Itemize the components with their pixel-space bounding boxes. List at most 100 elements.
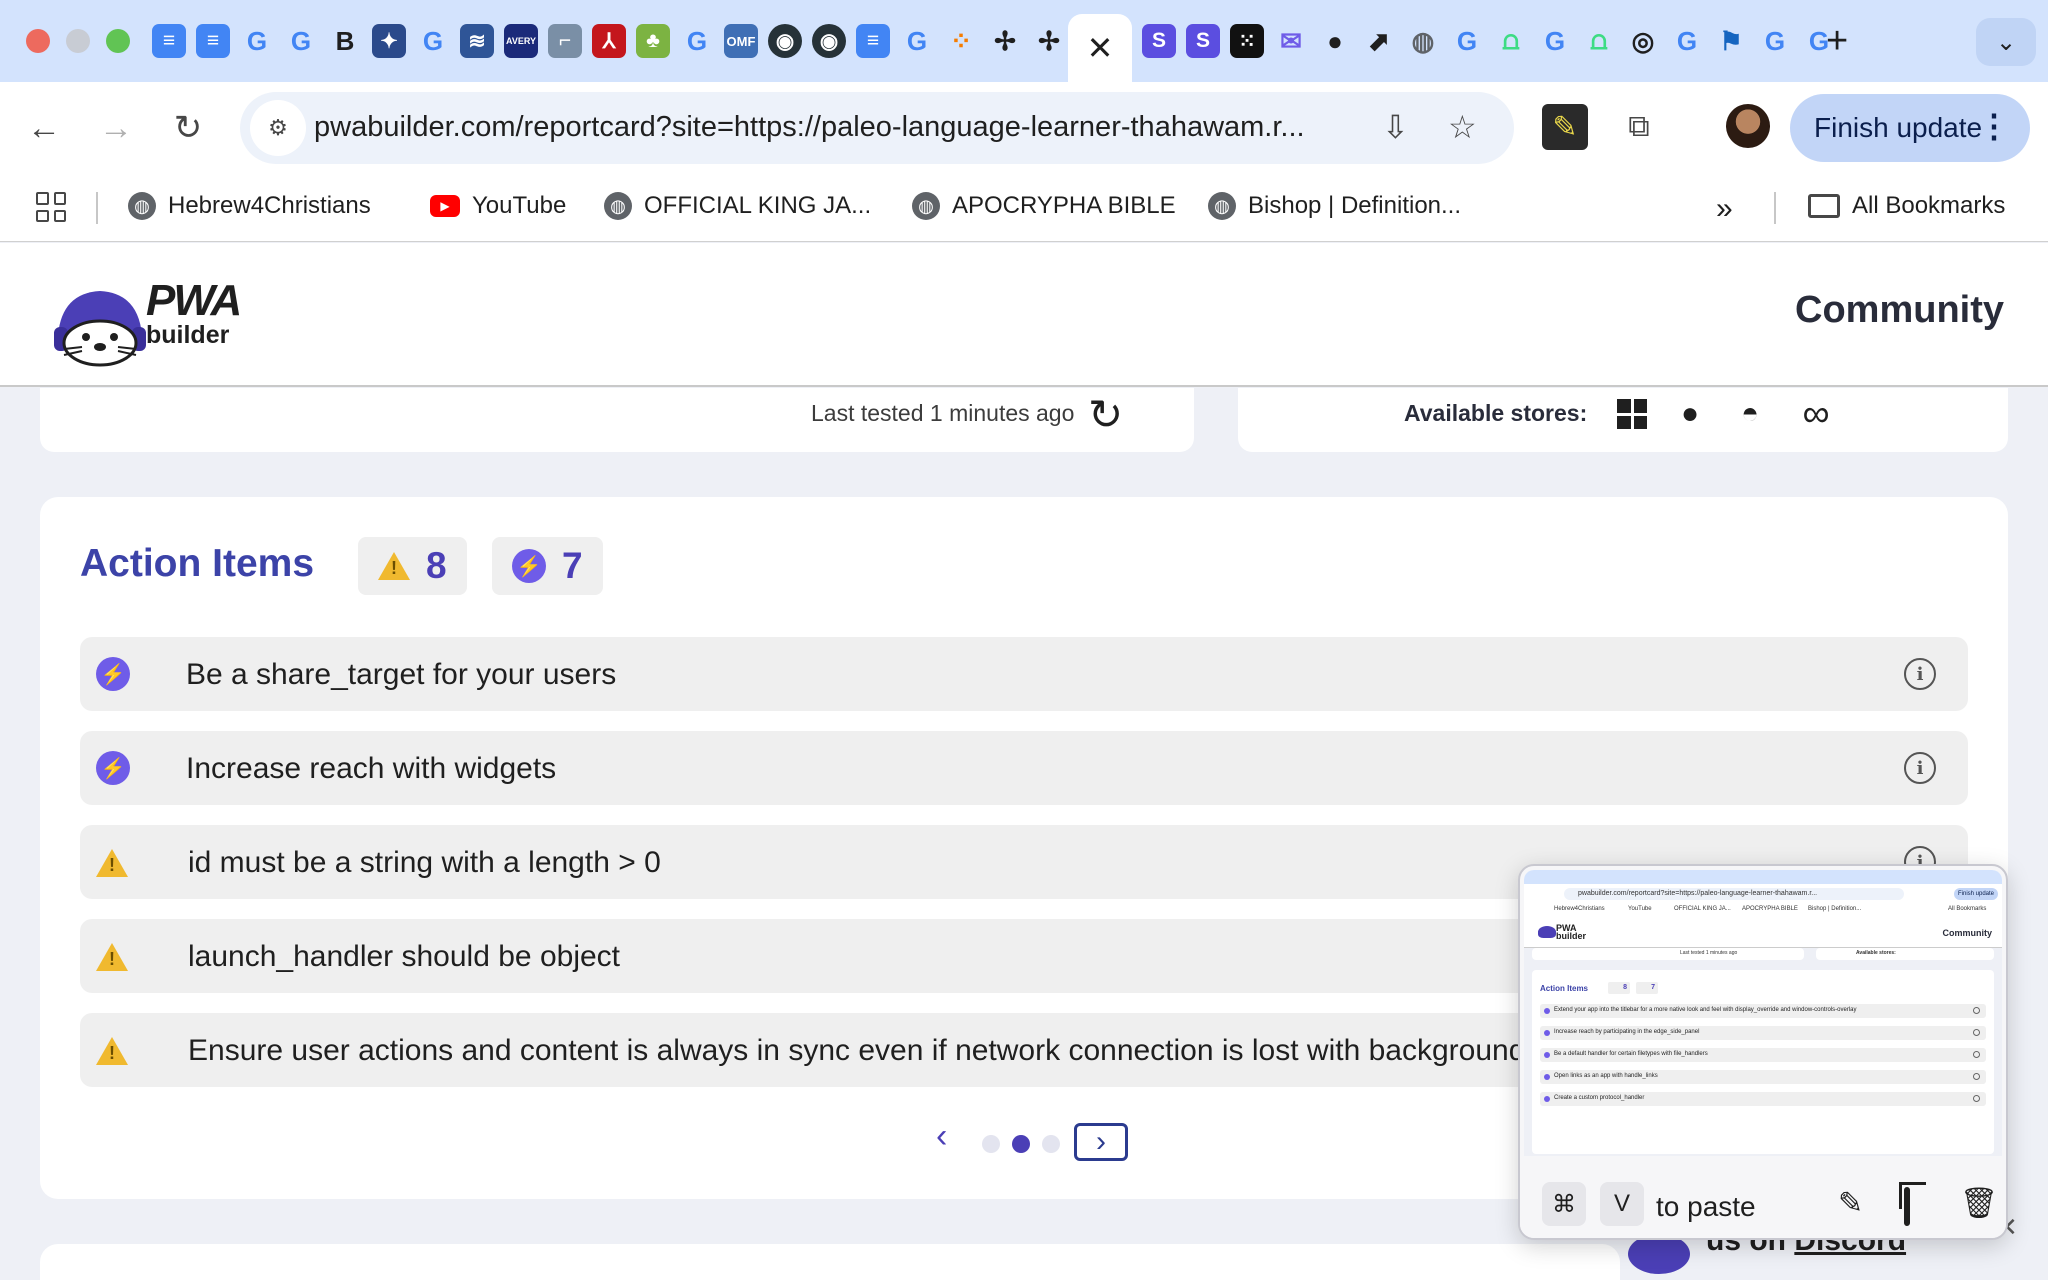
document-tab-icon[interactable]: ≋ xyxy=(460,24,494,58)
pwa-tab-icon[interactable]: ⚑ xyxy=(1714,24,1748,58)
bold-b-tab-icon[interactable]: B xyxy=(328,24,362,58)
all-bookmarks-button[interactable]: All Bookmarks xyxy=(1808,192,2005,220)
app-tab-icon[interactable]: ⁘ xyxy=(944,24,978,58)
forward-arrow-icon[interactable]: → xyxy=(92,104,140,152)
bookmark-bishop[interactable]: ◍ Bishop | Definition... xyxy=(1208,192,1461,220)
window-close-button[interactable] xyxy=(26,29,50,53)
lightning-icon: ⚡ xyxy=(96,751,130,785)
active-tab[interactable]: ✕ xyxy=(1068,14,1132,82)
trash-icon[interactable]: 🗑 xyxy=(1960,1186,1998,1221)
logo-wordmark[interactable]: PWA builder xyxy=(146,279,242,348)
pen-extension-icon[interactable]: ✎ xyxy=(1542,104,1588,150)
tab-search-button[interactable]: ⌄ xyxy=(1976,18,2036,66)
docs-tab-icon[interactable]: ≡ xyxy=(152,24,186,58)
close-tab-icon[interactable]: ✕ xyxy=(1087,29,1114,67)
app-tab-icon[interactable]: ✢ xyxy=(988,24,1022,58)
enhancements-count-badge[interactable]: ⚡ 7 xyxy=(492,537,603,595)
android-tab-icon[interactable]: ⩍ xyxy=(1582,24,1616,58)
google-tab-icon[interactable]: G xyxy=(1758,24,1792,58)
url-text[interactable]: pwabuilder.com/reportcard?site=https://p… xyxy=(314,111,1305,144)
finish-update-button[interactable]: Finish update ⋮ xyxy=(1790,94,2030,162)
enhancements-count: 7 xyxy=(562,545,583,586)
irs-tab-icon[interactable]: ✦ xyxy=(372,24,406,58)
bookmark-apocrypha[interactable]: ◍ APOCRYPHA BIBLE xyxy=(912,192,1176,220)
available-stores-label: Available stores: xyxy=(1404,400,1588,426)
copy-icon[interactable] xyxy=(1904,1187,1910,1226)
bookmark-label: APOCRYPHA BIBLE xyxy=(952,192,1176,219)
pager-dot[interactable] xyxy=(982,1135,1000,1153)
apps-grid-icon[interactable] xyxy=(36,192,66,222)
thumb-action-item: Open links as an app with handle_links xyxy=(1540,1070,1986,1084)
window-zoom-button[interactable] xyxy=(106,29,130,53)
thumb-bookmark: Hebrew4Christians xyxy=(1554,906,1605,912)
google-tab-icon[interactable]: G xyxy=(1538,24,1572,58)
thumb-stores-label: Available stores: xyxy=(1856,950,1896,956)
docs-tab-icon[interactable]: ≡ xyxy=(196,24,230,58)
install-app-icon[interactable]: ⇩ xyxy=(1382,108,1409,146)
android-tab-icon[interactable]: ⩍ xyxy=(1494,24,1528,58)
apple-icon: ● xyxy=(1680,397,1700,430)
more-bookmarks-chevron-icon[interactable]: » xyxy=(1716,192,1733,226)
new-tab-button[interactable]: + xyxy=(1826,20,1848,63)
google-tab-icon[interactable]: G xyxy=(1450,24,1484,58)
figure-tab-icon[interactable]: ♣ xyxy=(636,24,670,58)
thumb-last-tested: Last tested 1 minutes ago xyxy=(1680,950,1738,956)
warnings-count-badge[interactable]: 8 xyxy=(358,537,467,595)
globe-tab-icon[interactable]: ◍ xyxy=(1406,24,1440,58)
meta-icon: ∞ xyxy=(1802,392,1830,435)
reload-icon[interactable]: ↻ xyxy=(164,104,212,152)
back-arrow-icon[interactable]: ← xyxy=(20,104,68,152)
action-item[interactable]: ⚡ Be a share_target for your users i xyxy=(80,637,1968,711)
github-tab-icon[interactable]: ● xyxy=(1318,24,1352,58)
warnings-count: 8 xyxy=(426,545,447,586)
pdf-tab-icon[interactable]: ⅄ xyxy=(592,24,626,58)
pager-dot[interactable] xyxy=(1042,1135,1060,1153)
google-tab-icon[interactable]: G xyxy=(416,24,450,58)
address-bar[interactable]: ⚙ pwabuilder.com/reportcard?site=https:/… xyxy=(240,92,1514,164)
extensions-puzzle-icon[interactable]: ⧉ xyxy=(1616,104,1662,150)
bookmark-star-icon[interactable]: ☆ xyxy=(1448,108,1477,146)
s-app-tab-icon[interactable]: S xyxy=(1186,24,1220,58)
omf-tab-icon[interactable]: OMF xyxy=(724,24,758,58)
seal-tab-icon[interactable]: ◉ xyxy=(812,24,846,58)
thumb-stores-card: Available stores: xyxy=(1816,948,1994,960)
action-item[interactable]: ⚡ Increase reach with widgets i xyxy=(80,731,1968,805)
markup-pen-icon[interactable]: ✎ xyxy=(1838,1186,1863,1221)
avery-tab-icon[interactable]: AVERY xyxy=(504,24,538,58)
tab-favicons-right: S S ⁙ ✉ ● ⬈ ◍ G ⩍ G ⩍ ◎ G ⚑ G G xyxy=(1142,24,1836,58)
pager-next-button[interactable]: › xyxy=(1074,1123,1128,1161)
pager-dot-active[interactable] xyxy=(1012,1135,1030,1153)
window-minimize-button[interactable] xyxy=(66,29,90,53)
mail-tab-icon[interactable]: ✉ xyxy=(1274,24,1308,58)
thumb-status-card: Last tested 1 minutes ago xyxy=(1532,948,1804,960)
menu-dots-icon[interactable]: ⋮ xyxy=(1978,107,2010,145)
info-icon[interactable]: i xyxy=(1904,658,1936,690)
bookmark-youtube[interactable]: ▶ YouTube xyxy=(430,192,566,220)
screenshot-preview-overlay[interactable]: pwabuilder.com/reportcard?site=https://p… xyxy=(1518,864,2008,1240)
seal-tab-icon[interactable]: ◉ xyxy=(768,24,802,58)
info-icon[interactable]: i xyxy=(1904,752,1936,784)
thumb-url: pwabuilder.com/reportcard?site=https://p… xyxy=(1564,888,1904,900)
google-tab-icon[interactable]: G xyxy=(680,24,714,58)
pager-prev-chevron-icon[interactable]: ‹ xyxy=(936,1117,947,1156)
google-tab-icon[interactable]: G xyxy=(240,24,274,58)
chrome-tab-icon[interactable]: ◎ xyxy=(1626,24,1660,58)
link-tab-icon[interactable]: ⬈ xyxy=(1362,24,1396,58)
google-tab-icon[interactable]: G xyxy=(284,24,318,58)
google-tab-icon[interactable]: G xyxy=(900,24,934,58)
dice-tab-icon[interactable]: ⁙ xyxy=(1230,24,1264,58)
action-item-text: id must be a string with a length > 0 xyxy=(188,846,661,879)
tool-tab-icon[interactable]: ⌐ xyxy=(548,24,582,58)
thumb-action-card: Action Items 8 7 Extend your app into th… xyxy=(1532,970,1994,1154)
community-nav-link[interactable]: Community xyxy=(1795,289,2004,332)
screenshot-thumbnail[interactable]: pwabuilder.com/reportcard?site=https://p… xyxy=(1524,870,2002,1156)
site-info-icon[interactable]: ⚙ xyxy=(250,100,306,156)
app-tab-icon[interactable]: ✢ xyxy=(1032,24,1066,58)
bookmark-king-james[interactable]: ◍ OFFICIAL KING JA... xyxy=(604,192,871,220)
bookmark-hebrew4christians[interactable]: ◍ Hebrew4Christians xyxy=(128,192,371,220)
google-tab-icon[interactable]: G xyxy=(1670,24,1704,58)
docs-tab-icon[interactable]: ≡ xyxy=(856,24,890,58)
profile-avatar[interactable] xyxy=(1726,104,1770,148)
s-app-tab-icon[interactable]: S xyxy=(1142,24,1176,58)
retest-refresh-icon[interactable]: ↻ xyxy=(1088,390,1123,439)
